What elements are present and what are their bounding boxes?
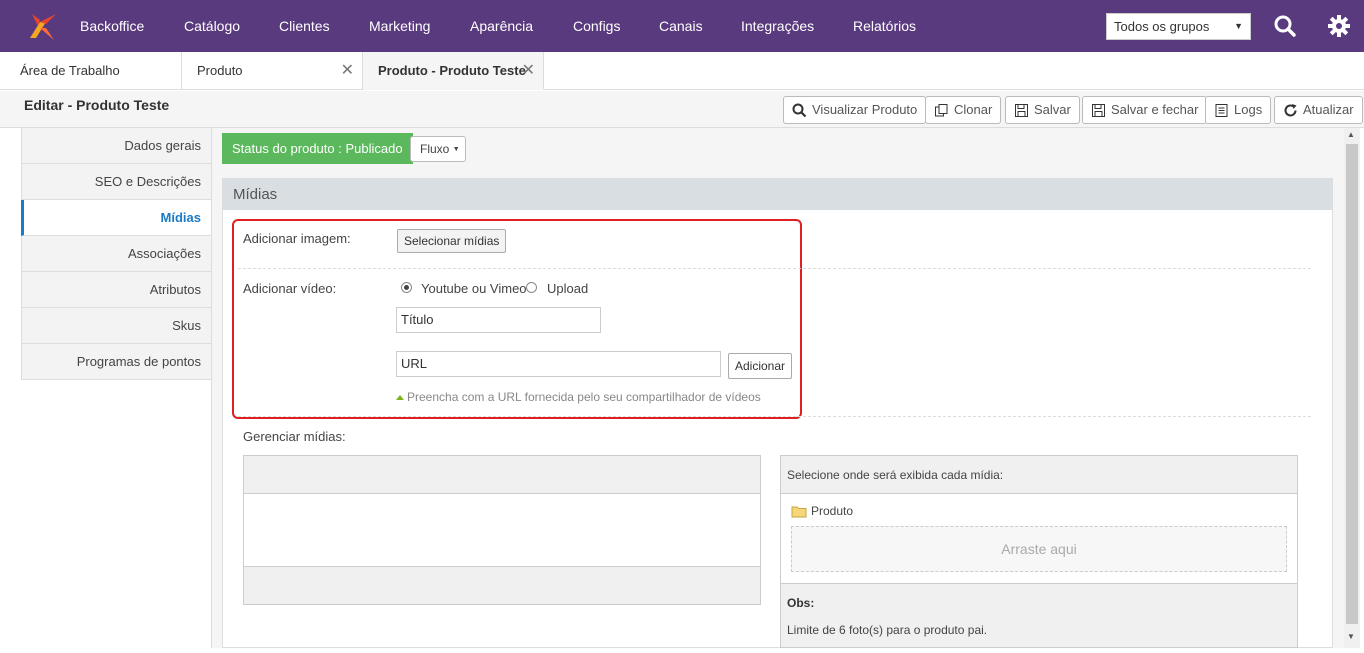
radio-youtube[interactable] [401, 282, 412, 293]
save-button[interactable]: Salvar [1005, 96, 1080, 124]
status-badge: Status do produto : Publicado [222, 133, 413, 164]
tab-produto-teste[interactable]: Produto - Produto Teste ✕ [363, 52, 544, 90]
tab-area-de-trabalho[interactable]: Área de Trabalho [0, 52, 182, 90]
sidemenu-item-associacoes[interactable]: Associações [21, 236, 211, 272]
clone-button[interactable]: Clonar [925, 96, 1002, 124]
nav-backoffice[interactable]: Backoffice [80, 0, 144, 52]
button-label: Visualizar Produto [812, 102, 918, 117]
triangle-up-icon [396, 395, 404, 400]
folder-product[interactable]: Produto [791, 504, 853, 518]
search-icon [792, 103, 807, 117]
sidemenu-item-midias[interactable]: Mídias [21, 200, 211, 236]
button-label: Salvar [1034, 102, 1071, 117]
obs-title: Obs: [787, 596, 815, 610]
tab-label: Produto [197, 63, 243, 78]
nav-integracoes[interactable]: Integrações [741, 0, 814, 52]
tab-produto[interactable]: Produto ✕ [182, 52, 363, 90]
tab-label: Produto - Produto Teste [378, 63, 526, 78]
radio-upload-label[interactable]: Upload [547, 281, 588, 296]
gear-icon[interactable] [1326, 13, 1352, 39]
media-list-footer [244, 566, 760, 604]
scroll-down-icon[interactable]: ▼ [1347, 632, 1355, 641]
group-select-value: Todos os grupos [1114, 19, 1210, 34]
button-label: Salvar e fechar [1111, 102, 1199, 117]
hint-text: Preencha com a URL fornecida pelo seu co… [407, 390, 761, 404]
tabs-bar: Área de Trabalho Produto ✕ Produto - Pro… [0, 52, 1364, 90]
refresh-icon [1284, 103, 1297, 116]
button-label: Logs [1234, 102, 1263, 117]
scroll-up-icon[interactable]: ▲ [1347, 130, 1355, 139]
video-title-field[interactable]: Título [396, 307, 601, 333]
folder-icon [791, 506, 807, 517]
nav-marketing[interactable]: Marketing [369, 0, 430, 52]
divider [238, 268, 1311, 269]
sidemenu-item-atributos[interactable]: Atributos [21, 272, 211, 308]
document-icon [1215, 103, 1228, 117]
view-product-button[interactable]: Visualizar Produto [783, 96, 927, 124]
logs-button[interactable]: Logs [1205, 96, 1272, 124]
group-select[interactable]: Todos os grupos ▼ [1106, 13, 1251, 40]
add-video-button[interactable]: Adicionar [728, 353, 793, 379]
scrollbar[interactable]: ▲ ▼ [1344, 128, 1360, 648]
close-icon[interactable]: ✕ [341, 52, 354, 90]
url-hint: Preencha com a URL fornecida pelo seu co… [396, 390, 761, 404]
clone-icon [935, 103, 948, 116]
sidemenu-item-seo[interactable]: SEO e Descrições [21, 164, 211, 200]
brand-logo-icon[interactable] [26, 10, 58, 42]
nav-aparencia[interactable]: Aparência [470, 0, 533, 52]
chevron-down-icon: ▼ [1234, 21, 1243, 31]
manage-media-label: Gerenciar mídias: [243, 429, 346, 444]
add-image-label: Adicionar imagem: [243, 231, 351, 246]
midias-panel-title: Mídias [223, 179, 1332, 210]
add-video-label: Adicionar vídeo: [243, 281, 337, 296]
floppy-disk-icon [1092, 103, 1105, 117]
top-navbar: Backoffice Catálogo Clientes Marketing A… [0, 0, 1364, 52]
sidemenu-item-dados-gerais[interactable]: Dados gerais [21, 128, 211, 164]
caret-down-icon: ▼ [452, 146, 460, 153]
page-title: Editar - Produto Teste [24, 97, 170, 113]
sidemenu-item-skus[interactable]: Skus [21, 308, 211, 344]
media-list [243, 455, 761, 605]
sidemenu-item-programas-de-pontos[interactable]: Programas de pontos [21, 344, 211, 380]
media-list-header [244, 456, 760, 494]
nav-canais[interactable]: Canais [659, 0, 703, 52]
refresh-button[interactable]: Atualizar [1274, 96, 1363, 124]
select-media-button[interactable]: Selecionar mídias [397, 229, 507, 253]
nav-relatorios[interactable]: Relatórios [853, 0, 916, 52]
divider [238, 416, 1311, 417]
video-url-field[interactable]: URL [396, 351, 721, 377]
folder-label: Produto [811, 504, 854, 518]
radio-upload[interactable] [526, 282, 537, 293]
floppy-disk-icon [1015, 103, 1028, 117]
nav-clientes[interactable]: Clientes [279, 0, 330, 52]
radio-youtube-label[interactable]: Youtube ou Vimeo [421, 281, 527, 296]
flow-label: Fluxo [420, 142, 450, 156]
flow-dropdown[interactable]: Fluxo ▼ [410, 136, 466, 162]
edit-header: Editar - Produto Teste Visualizar Produt… [0, 91, 1364, 128]
dropzone[interactable]: Arraste aqui [791, 526, 1287, 572]
tab-label: Área de Trabalho [20, 63, 120, 78]
scrollbar-thumb[interactable] [1346, 144, 1358, 624]
save-and-close-button[interactable]: Salvar e fechar [1082, 96, 1208, 124]
close-icon[interactable]: ✕ [522, 52, 535, 90]
nav-configs[interactable]: Configs [573, 0, 620, 52]
obs-text: Limite de 6 foto(s) para o produto pai. [787, 623, 988, 637]
button-label: Atualizar [1303, 102, 1354, 117]
button-label: Clonar [954, 102, 993, 117]
side-menu: Dados gerais SEO e Descrições Mídias Ass… [21, 128, 211, 380]
search-icon[interactable] [1272, 13, 1298, 39]
display-location-box: Selecione onde será exibida cada mídia: … [780, 455, 1298, 648]
display-location-title: Selecione onde será exibida cada mídia: [781, 456, 1297, 494]
nav-catalogo[interactable]: Catálogo [184, 0, 240, 52]
display-location-body: Produto Arraste aqui [781, 494, 1297, 584]
